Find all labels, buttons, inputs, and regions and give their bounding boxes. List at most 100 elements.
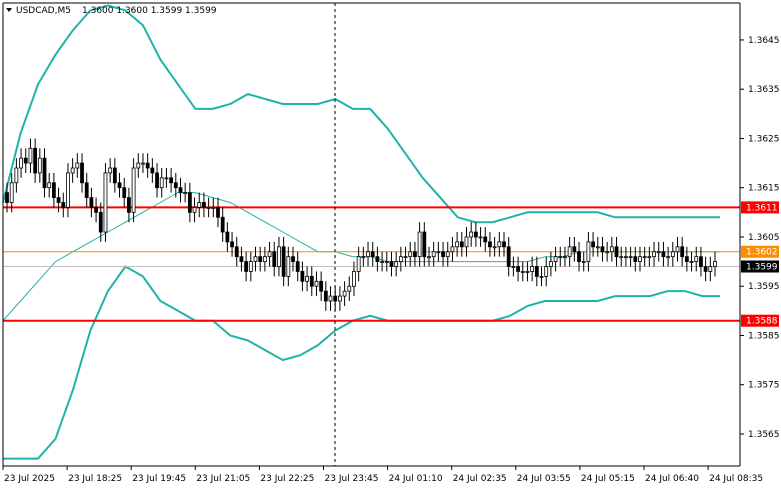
candle-body <box>14 167 19 184</box>
ohlc-readout: 1.3600 1.3600 1.3599 1.3599 <box>82 6 217 16</box>
candle-body <box>94 207 98 213</box>
candle-body <box>628 256 633 259</box>
candle-body <box>624 256 628 259</box>
price-tick-label: 1.3615 <box>748 184 780 194</box>
candle-body <box>699 256 703 267</box>
candle-body <box>19 157 23 169</box>
candle-body <box>469 231 474 238</box>
candle-body <box>633 256 638 262</box>
candle-body <box>675 246 680 253</box>
candle-body <box>230 241 234 248</box>
candle-body <box>51 182 56 198</box>
candle-body <box>666 256 671 259</box>
candle-body <box>70 167 75 174</box>
candle-body <box>567 246 572 258</box>
candle-body <box>281 246 286 277</box>
price-tick-label: 1.3575 <box>748 381 780 391</box>
candle-body <box>155 172 159 189</box>
candle-body <box>661 251 666 258</box>
candle-body <box>33 147 38 174</box>
level-label: 1.3602 <box>746 248 778 258</box>
candle-body <box>286 256 291 277</box>
chart-header: USDCAD,M5 1.3600 1.3600 1.3599 1.3599 <box>6 6 217 16</box>
candle-body <box>192 207 197 213</box>
candle-body <box>375 256 380 262</box>
candle-body <box>558 256 563 259</box>
candle-body <box>516 266 520 272</box>
candle-body <box>488 241 492 248</box>
candle-body <box>408 251 413 258</box>
time-tick-label: 23 Jul 22:25 <box>260 474 314 484</box>
candle-body <box>539 275 544 278</box>
candle-body <box>169 177 174 184</box>
symbol-label: USDCAD,M5 <box>16 6 71 16</box>
time-tick-label: 24 Jul 01:10 <box>389 474 443 484</box>
candle-body <box>323 290 328 302</box>
candle-body <box>117 182 122 189</box>
time-tick-label: 24 Jul 06:40 <box>645 474 699 484</box>
candle-body <box>262 256 267 262</box>
candle-body <box>670 251 675 258</box>
candle-body <box>511 266 516 268</box>
candle-body <box>202 202 206 208</box>
candle-body <box>352 271 356 287</box>
candle-body <box>647 256 652 259</box>
candle-body <box>338 295 342 302</box>
candle-body <box>347 285 352 292</box>
candle-body <box>258 256 263 262</box>
candle-body <box>656 251 661 254</box>
candle-body <box>394 261 399 267</box>
candle-body <box>652 251 656 258</box>
time-tick-label: 24 Jul 08:35 <box>709 474 763 484</box>
candle-body <box>473 231 478 238</box>
candle-body <box>450 246 455 253</box>
candle-body <box>614 246 619 258</box>
candle-body <box>248 261 253 272</box>
price-chart[interactable]: 1.3645 1.3635 1.3625 1.3615 1.3605 1.3595 1.35… <box>0 0 781 489</box>
candle-body <box>548 261 553 267</box>
candle-body <box>108 167 113 174</box>
price-tick-label: 1.3635 <box>748 85 780 95</box>
time-tick-label: 24 Jul 02:35 <box>453 474 507 484</box>
candle-body <box>384 261 389 263</box>
candle-body <box>422 231 427 258</box>
candle-body <box>553 256 558 262</box>
candle-body <box>197 202 202 208</box>
candle-body <box>56 197 61 203</box>
candle-body <box>295 261 300 272</box>
candle-body <box>136 162 141 169</box>
price-tick-label: 1.3565 <box>748 430 780 440</box>
candle-body <box>534 266 539 277</box>
candle-body <box>47 182 52 189</box>
candle-body <box>61 202 66 208</box>
candle-body <box>173 182 178 189</box>
candle-body <box>595 246 600 249</box>
time-tick-label: 23 Jul 18:25 <box>68 474 122 484</box>
candle-body <box>150 167 155 174</box>
candle-body <box>619 256 624 259</box>
candle-body <box>89 197 94 208</box>
candle-body <box>131 167 136 213</box>
candle-body <box>684 256 689 262</box>
time-tick-label: 23 Jul 23:45 <box>325 474 379 484</box>
candle-body <box>361 256 366 259</box>
level-label: 1.3611 <box>746 203 778 213</box>
candle-body <box>572 246 577 253</box>
candle-body <box>370 251 375 258</box>
candle-body <box>178 187 183 194</box>
candle-body <box>328 295 333 302</box>
candle-body <box>37 157 42 174</box>
candle-body <box>455 241 460 248</box>
candle-body <box>342 290 347 297</box>
candle-body <box>366 251 370 258</box>
candle-body <box>530 266 535 272</box>
candle-body <box>122 187 127 198</box>
price-tick-label: 1.3585 <box>748 331 780 341</box>
candle-body <box>234 246 239 258</box>
candle-body <box>380 261 384 263</box>
candle-body <box>497 241 502 248</box>
candle-body <box>544 266 549 277</box>
candle-body <box>314 280 319 287</box>
candle-body <box>436 251 441 254</box>
candle-body <box>713 261 717 267</box>
